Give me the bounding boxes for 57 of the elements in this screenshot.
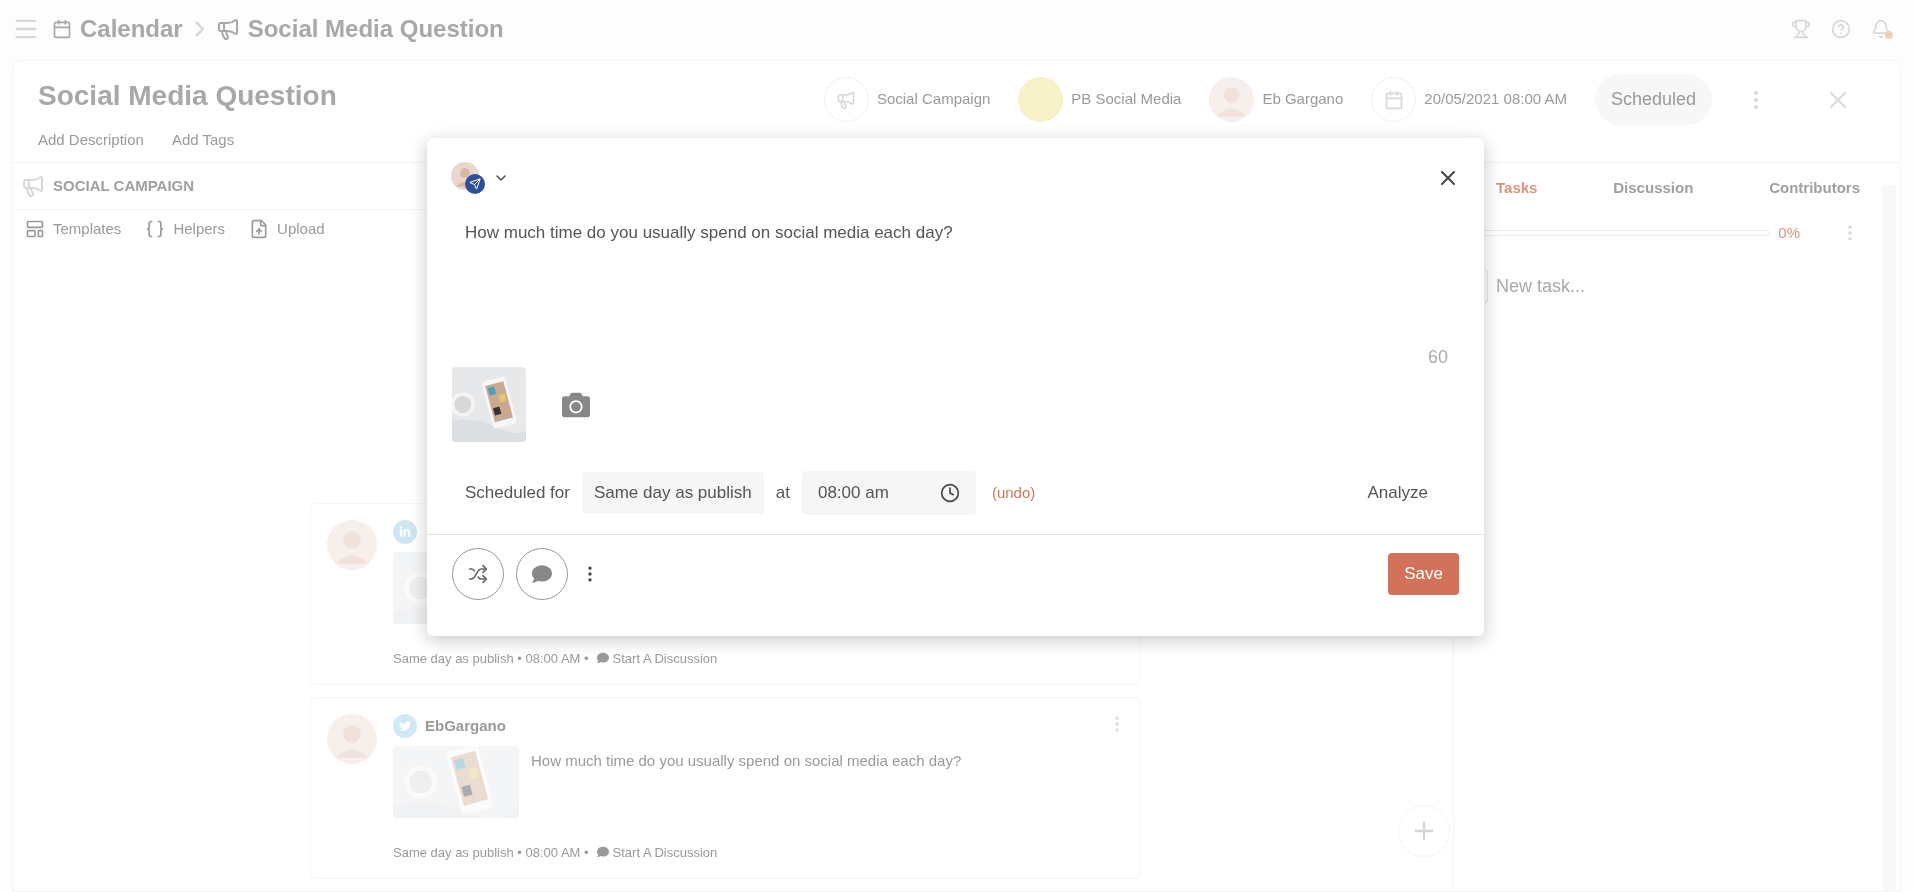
send-icon [465,174,485,194]
help-icon[interactable] [1831,19,1851,39]
analyze-button[interactable]: Analyze [1367,480,1428,506]
status-pill[interactable]: Scheduled [1594,74,1712,125]
braces-icon [145,219,166,240]
day-select[interactable]: Same day as publish [581,472,764,514]
breadcrumb-link[interactable]: Calendar [80,11,183,47]
character-count: 60 [1427,346,1448,369]
panel-tab[interactable]: Contributors [1769,176,1860,200]
panel-tab[interactable]: Discussion [1613,176,1694,200]
post-schedule: Same day as publish • 08:00 AM • [393,649,589,668]
toolbar-button[interactable]: Templates [25,218,122,241]
calendar-icon [52,19,72,39]
comment-icon [596,652,609,665]
section-title: SOCIAL CAMPAIGN [53,175,195,196]
shuffle-icon [468,563,488,584]
progress-reading: 0% [1778,222,1800,243]
save-button[interactable]: Save [1388,552,1459,595]
post-schedule: Same day as publish • 08:00 AM • [393,843,589,862]
comment-icon [532,563,552,584]
template-icon [25,219,45,240]
clock-icon [939,483,960,503]
trophy-icon[interactable] [1791,19,1811,39]
toolbar-button[interactable]: Upload [249,218,325,241]
avatar [1209,77,1255,122]
header-chip-label: 20/05/2021 08:00 AM [1424,89,1567,110]
linkedin-icon [393,520,417,544]
panel-tab[interactable]: Tasks [1496,176,1538,200]
add-link[interactable]: Add Description [38,129,144,152]
schedule-label: Scheduled for [465,482,570,505]
comment-icon [596,846,609,859]
add-link[interactable]: Add Tags [171,129,235,152]
add-photo-icon[interactable] [562,390,590,419]
add-button[interactable] [1398,805,1450,857]
post-text-field[interactable]: How much time do you usually spend on social media each day? [465,223,953,242]
header-chip-label: Social Campaign [876,89,991,110]
megaphone-icon [21,173,45,198]
discussion-link[interactable]: Start A Discussion [612,648,718,668]
megaphone-icon [215,17,240,41]
breadcrumb-link[interactable]: Social Media Question [247,11,504,47]
undo-link[interactable]: (undo) [991,481,1036,505]
new-task-field[interactable]: New task... [1496,272,1746,300]
header-chip-label: PB Social Media [1071,89,1182,110]
notification-icon[interactable] [1871,19,1891,39]
page-title: Social Media Question [38,79,337,113]
avatar [327,520,377,570]
at-label: at [775,482,790,505]
account-name: EbGargano [425,715,506,736]
avatar [327,714,377,764]
chevron-icon [194,21,204,37]
header-chip-label: Eb Gargano [1262,89,1344,110]
post-text: How much time do you usually spend on social media each day? [531,751,962,771]
discussion-link[interactable]: Start A Discussion [612,842,718,862]
color-swatch [1018,77,1064,122]
time-field[interactable]: 08:00 am [801,471,976,515]
toolbar-button[interactable]: Helpers [145,218,226,241]
twitter-icon [393,714,417,738]
